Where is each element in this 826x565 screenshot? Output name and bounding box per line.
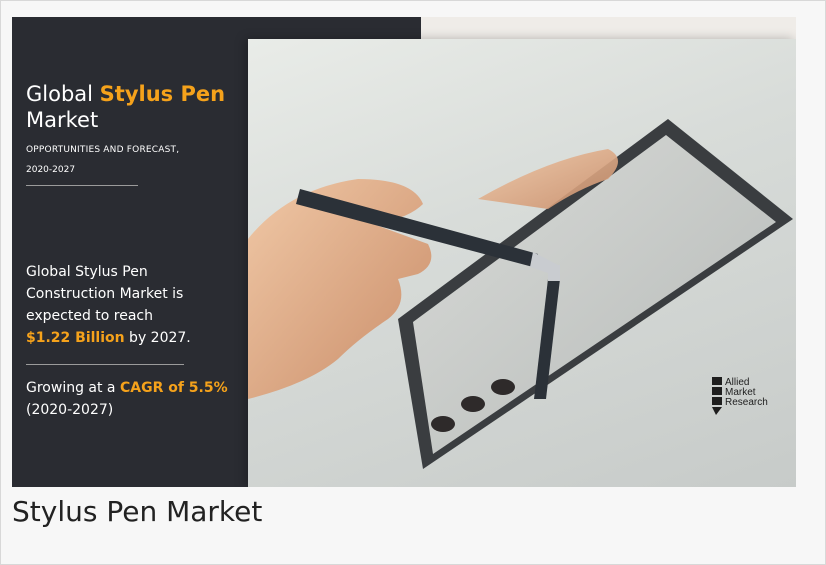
title-line-1: Global Stylus Pen (26, 81, 225, 107)
title-highlight: Stylus Pen (99, 82, 226, 106)
figure-caption: Stylus Pen Market (12, 495, 263, 528)
subtitle-line-2: 2020-2027 (26, 165, 76, 175)
logo-mark: Allied Market Research (712, 377, 768, 415)
finger (431, 416, 455, 432)
growth-prefix: Growing at a (26, 380, 120, 396)
divider (26, 185, 138, 186)
reach-suffix: by 2027. (124, 330, 191, 346)
logo-text-line: Research (725, 397, 768, 408)
divider (26, 364, 184, 365)
title-prefix: Global (26, 82, 100, 106)
reach-value: $1.22 Billion (26, 330, 125, 346)
growth-statement: Growing at a CAGR of 5.5% (2020-2027) (26, 377, 246, 421)
stylus-tip (548, 265, 560, 281)
figure-frame: Global Stylus Pen Market OPPORTUNITIES A… (0, 0, 826, 565)
finger (491, 379, 515, 395)
market-infographic: Global Stylus Pen Market OPPORTUNITIES A… (12, 17, 796, 487)
allied-market-research-logo: Allied Market Research (712, 375, 792, 419)
reach-text: Global Stylus Pen Construction Market is… (26, 264, 184, 324)
subtitle-line-1: OPPORTUNITIES AND FORECAST, (26, 145, 180, 155)
photo-illustration (248, 119, 793, 469)
growth-value: CAGR of 5.5% (119, 380, 228, 396)
finger (461, 396, 485, 412)
growth-period: (2020-2027) (26, 402, 114, 418)
tablet-stylus-photo (248, 39, 796, 487)
title-line-2: Market (26, 108, 99, 132)
reach-statement: Global Stylus Pen Construction Market is… (26, 261, 226, 349)
